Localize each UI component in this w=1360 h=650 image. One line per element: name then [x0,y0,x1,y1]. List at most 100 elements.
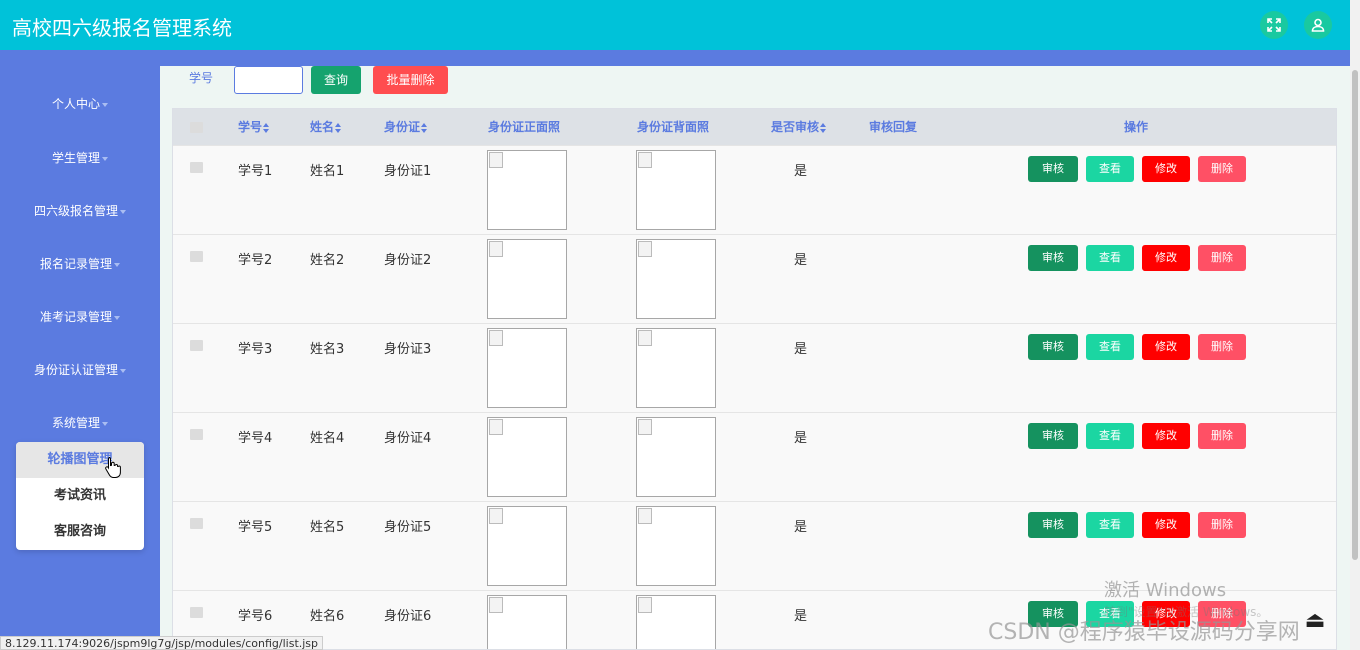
column-header-audit-reply: 审核回复 [869,120,918,134]
search-label: 学号 [189,71,214,85]
audit-button[interactable]: 审核 [1028,334,1078,360]
edit-button[interactable]: 修改 [1142,156,1190,182]
cell-student-id: 学号4 [238,431,273,446]
cell-idcard: 身份证1 [384,164,432,179]
delete-button[interactable]: 删除 [1198,512,1246,538]
caret-down-icon [120,368,126,373]
row-checkbox[interactable] [190,251,203,262]
data-table: 学号 姓名 身份证 身份证正面照 身份证背面照 是否审核 审核回复 操作 学号1… [172,108,1337,650]
sidebar-item-registration-records[interactable]: 报名记录管理 [0,252,160,276]
view-button[interactable]: 查看 [1086,334,1134,360]
student-id-search-input[interactable] [234,66,303,94]
delete-button[interactable]: 删除 [1198,423,1246,449]
caret-down-icon [114,262,120,267]
column-header-actions: 操作 [1124,120,1149,134]
column-header-student-id[interactable]: 学号 [238,109,270,145]
row-checkbox[interactable] [190,162,203,173]
delete-button[interactable]: 删除 [1198,334,1246,360]
view-button[interactable]: 查看 [1086,512,1134,538]
sidebar-item-label: 四六级报名管理 [33,204,118,218]
delete-button[interactable]: 删除 [1198,156,1246,182]
audit-button[interactable]: 审核 [1028,156,1078,182]
sidebar-item-personal-center[interactable]: 个人中心 [0,92,160,116]
sidebar-item-system-management[interactable]: 系统管理 [0,411,160,435]
row-checkbox[interactable] [190,518,203,529]
system-submenu: 轮播图管理 考试资讯 客服咨询 [16,442,144,550]
cell-audited: 是 [794,164,808,179]
caret-down-icon [102,102,108,107]
app-title: 高校四六级报名管理系统 [12,16,232,40]
cell-audited: 是 [794,431,808,446]
caret-down-icon [102,156,108,161]
caret-down-icon [102,421,108,426]
idcard-front-image[interactable] [487,417,567,497]
view-button[interactable]: 查看 [1086,423,1134,449]
sidebar-item-label: 学生管理 [51,151,100,165]
edit-button[interactable]: 修改 [1142,512,1190,538]
view-button[interactable]: 查看 [1086,156,1134,182]
audit-button[interactable]: 审核 [1028,423,1078,449]
view-button[interactable]: 查看 [1086,245,1134,271]
sidebar-item-id-verification[interactable]: 身份证认证管理 [0,358,160,382]
top-bar: 高校四六级报名管理系统 [0,0,1350,50]
sort-icon [335,122,342,133]
idcard-back-image[interactable] [636,595,716,649]
submenu-item-carousel[interactable]: 轮播图管理 [16,442,144,478]
sidebar-item-admission-records[interactable]: 准考记录管理 [0,305,160,329]
scrollbar-thumb[interactable] [1352,70,1358,560]
sort-icon [820,122,827,133]
idcard-front-image[interactable] [487,150,567,230]
page-scrollbar[interactable] [1350,0,1360,650]
edit-button[interactable]: 修改 [1142,334,1190,360]
idcard-back-image[interactable] [636,417,716,497]
idcard-back-image[interactable] [636,239,716,319]
submenu-item-exam-news[interactable]: 考试资讯 [16,478,144,514]
caret-down-icon [114,315,120,320]
query-button[interactable]: 查询 [311,66,361,94]
column-header-idcard[interactable]: 身份证 [384,109,428,145]
edit-button[interactable]: 修改 [1142,245,1190,271]
table-row: 学号4 姓名4 身份证4 是 审核 查看 修改 删除 [173,412,1336,501]
idcard-back-image[interactable] [636,328,716,408]
fullscreen-icon[interactable] [1260,11,1288,39]
cell-name: 姓名2 [310,253,345,268]
submenu-item-customer-service[interactable]: 客服咨询 [16,514,144,550]
column-header-label: 是否审核 [771,120,820,134]
edit-button[interactable]: 修改 [1142,423,1190,449]
cell-name: 姓名5 [310,520,345,535]
table-row: 学号1 姓名1 身份证1 是 审核 查看 修改 删除 [173,145,1336,234]
sidebar-item-label: 准考记录管理 [39,310,112,324]
idcard-front-image[interactable] [487,328,567,408]
audit-button[interactable]: 审核 [1028,245,1078,271]
back-to-top-icon[interactable]: ⏏ [1302,608,1328,634]
cell-audited: 是 [794,520,808,535]
cell-student-id: 学号3 [238,342,273,357]
audit-button[interactable]: 审核 [1028,512,1078,538]
column-header-idcard-back: 身份证背面照 [637,120,710,134]
header-strip [0,50,1350,66]
cell-student-id: 学号5 [238,520,273,535]
idcard-front-image[interactable] [487,595,567,649]
select-all-checkbox[interactable] [190,122,203,133]
delete-button[interactable]: 删除 [1198,245,1246,271]
cell-audited: 是 [794,342,808,357]
sidebar-item-cet-registration[interactable]: 四六级报名管理 [0,199,160,223]
row-checkbox[interactable] [190,607,203,618]
idcard-front-image[interactable] [487,506,567,586]
sidebar-item-student-management[interactable]: 学生管理 [0,146,160,170]
user-icon[interactable] [1304,11,1332,39]
cell-name: 姓名4 [310,431,345,446]
column-header-name[interactable]: 姓名 [310,109,342,145]
row-checkbox[interactable] [190,429,203,440]
column-header-audited[interactable]: 是否审核 [771,109,827,145]
idcard-back-image[interactable] [636,150,716,230]
table-row: 学号3 姓名3 身份证3 是 审核 查看 修改 删除 [173,323,1336,412]
row-checkbox[interactable] [190,340,203,351]
idcard-front-image[interactable] [487,239,567,319]
idcard-back-image[interactable] [636,506,716,586]
column-header-idcard-front: 身份证正面照 [488,120,561,134]
sidebar-item-label: 报名记录管理 [39,257,112,271]
column-header-label: 学号 [238,120,263,134]
windows-activation-title: 激活 Windows [1104,580,1227,601]
batch-delete-button[interactable]: 批量删除 [373,66,448,94]
